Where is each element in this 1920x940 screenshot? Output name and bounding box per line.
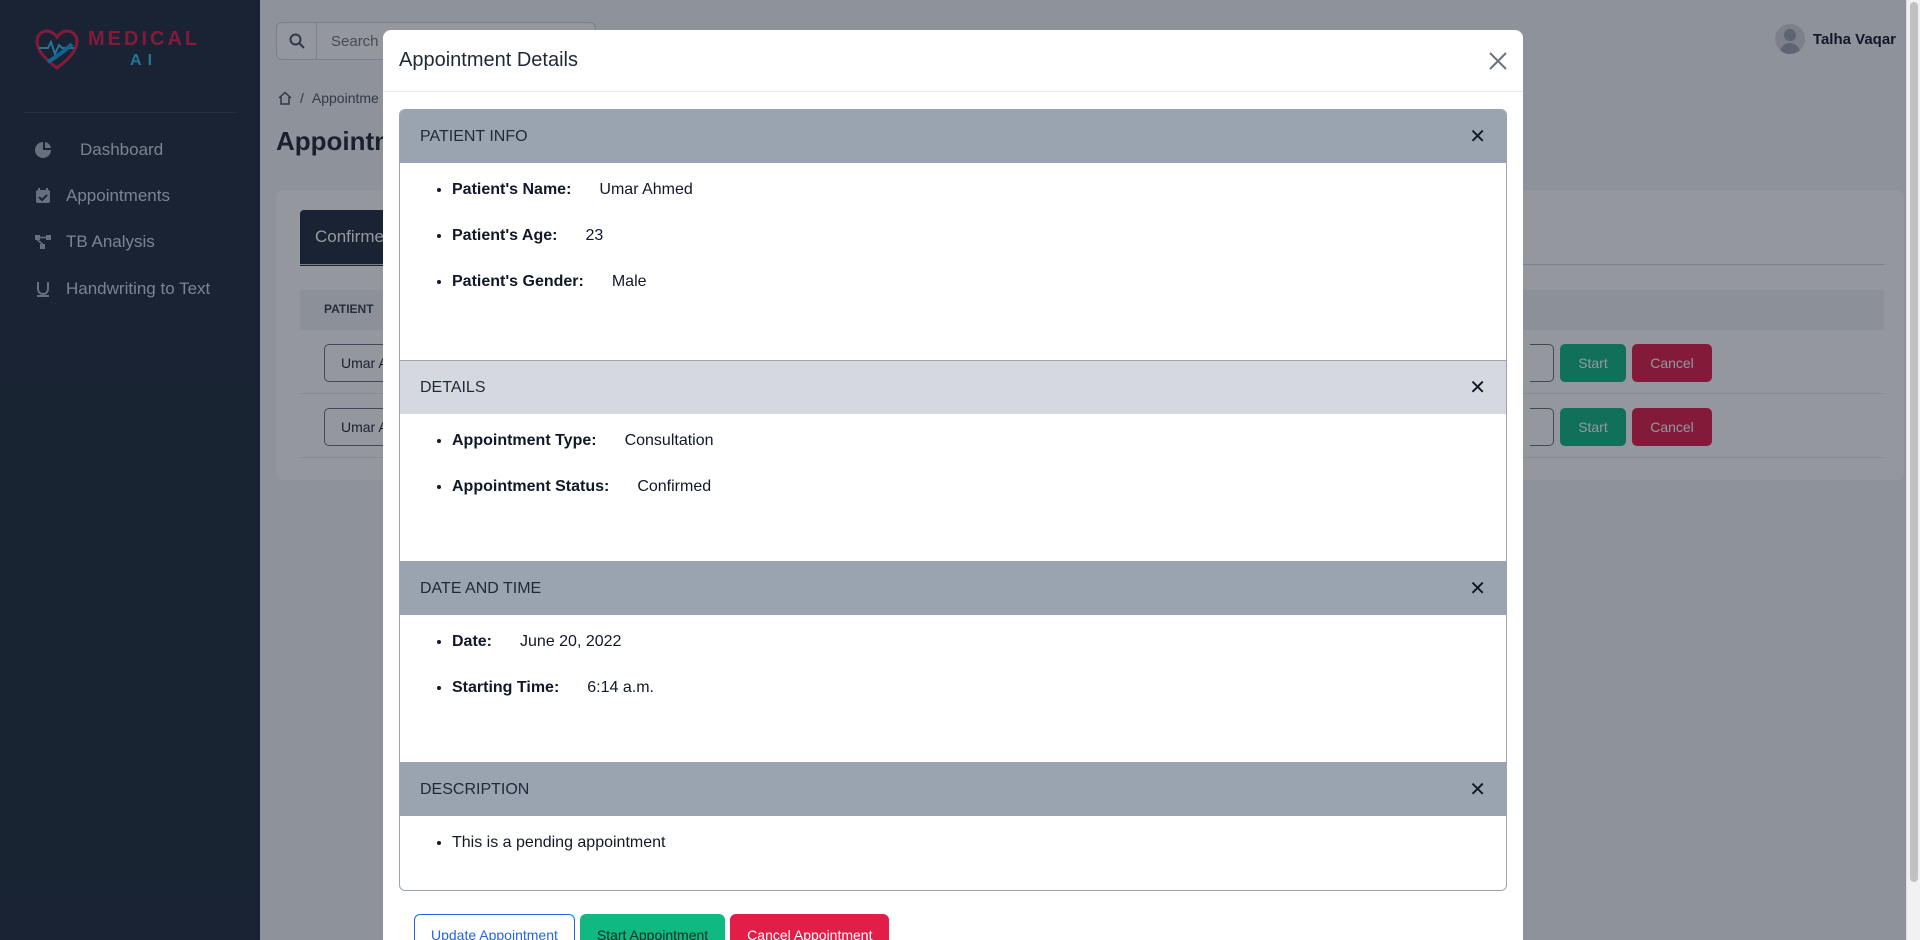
close-icon[interactable]: ✕ (1469, 375, 1486, 400)
starting-time-value: 6:14 a.m. (587, 679, 654, 696)
patient-age-label: Patient's Age: (452, 227, 558, 244)
modal-footer: Update Appointment Start Appointment Can… (414, 914, 890, 940)
section-description: This is a pending appointment (400, 816, 1506, 890)
appointment-status-label: Appointment Status: (452, 478, 610, 495)
appointment-details-modal: Appointment Details PATIENT INFO ✕ Patie… (383, 30, 1523, 940)
close-icon[interactable]: ✕ (1469, 777, 1486, 802)
section-header-description: DESCRIPTION ✕ (400, 763, 1506, 816)
modal-header: Appointment Details (383, 30, 1523, 92)
section-header-details: DETAILS ✕ (400, 361, 1506, 414)
section-details: Appointment Type: Consultation Appointmen… (400, 414, 1506, 562)
list-item: Patient's Gender: Male (452, 273, 1506, 291)
start-appointment-button[interactable]: Start Appointment (579, 914, 726, 940)
list-item: Patient's Name: Umar Ahmed (452, 181, 1506, 199)
patient-name-label: Patient's Name: (452, 181, 572, 198)
appointment-type-value: Consultation (624, 432, 714, 449)
list-item: Appointment Status: Confirmed (452, 478, 1506, 496)
section-patient-info: Patient's Name: Umar Ahmed Patient's Age:… (400, 163, 1506, 361)
section-title: DESCRIPTION (420, 780, 530, 798)
section-header-patient-info: PATIENT INFO ✕ (400, 110, 1506, 163)
scrollbar[interactable] (1906, 0, 1920, 940)
list-item: This is a pending appointment (452, 834, 1506, 852)
list-item: Appointment Type: Consultation (452, 432, 1506, 450)
section-date-time: Date: June 20, 2022 Starting Time: 6:14 a.… (400, 615, 1506, 763)
close-icon[interactable]: ✕ (1469, 124, 1486, 149)
modal-body: PATIENT INFO ✕ Patient's Name: Umar Ahmed… (399, 109, 1507, 891)
date-label: Date: (452, 633, 493, 650)
update-appointment-button[interactable]: Update Appointment (414, 914, 575, 940)
list-item: Starting Time: 6:14 a.m. (452, 679, 1506, 697)
starting-time-label: Starting Time: (452, 679, 560, 696)
date-value: June 20, 2022 (520, 633, 622, 650)
patient-age-value: 23 (585, 227, 604, 244)
section-header-date-time: DATE AND TIME ✕ (400, 562, 1506, 615)
patient-name-value: Umar Ahmed (599, 181, 693, 198)
section-title: PATIENT INFO (420, 127, 528, 145)
appointment-status-value: Confirmed (637, 478, 712, 495)
list-item: Patient's Age: 23 (452, 227, 1506, 245)
cancel-appointment-button[interactable]: Cancel Appointment (730, 914, 890, 940)
description-text: This is a pending appointment (452, 834, 666, 851)
close-icon[interactable] (1489, 51, 1507, 70)
appointment-type-label: Appointment Type: (452, 432, 597, 449)
section-title: DETAILS (420, 378, 486, 396)
modal-title: Appointment Details (399, 49, 578, 71)
patient-gender-label: Patient's Gender: (452, 273, 584, 290)
list-item: Date: June 20, 2022 (452, 633, 1506, 651)
scrollbar-thumb[interactable] (1910, 2, 1918, 882)
section-title: DATE AND TIME (420, 579, 542, 597)
close-icon[interactable]: ✕ (1469, 576, 1486, 601)
patient-gender-value: Male (611, 273, 647, 290)
